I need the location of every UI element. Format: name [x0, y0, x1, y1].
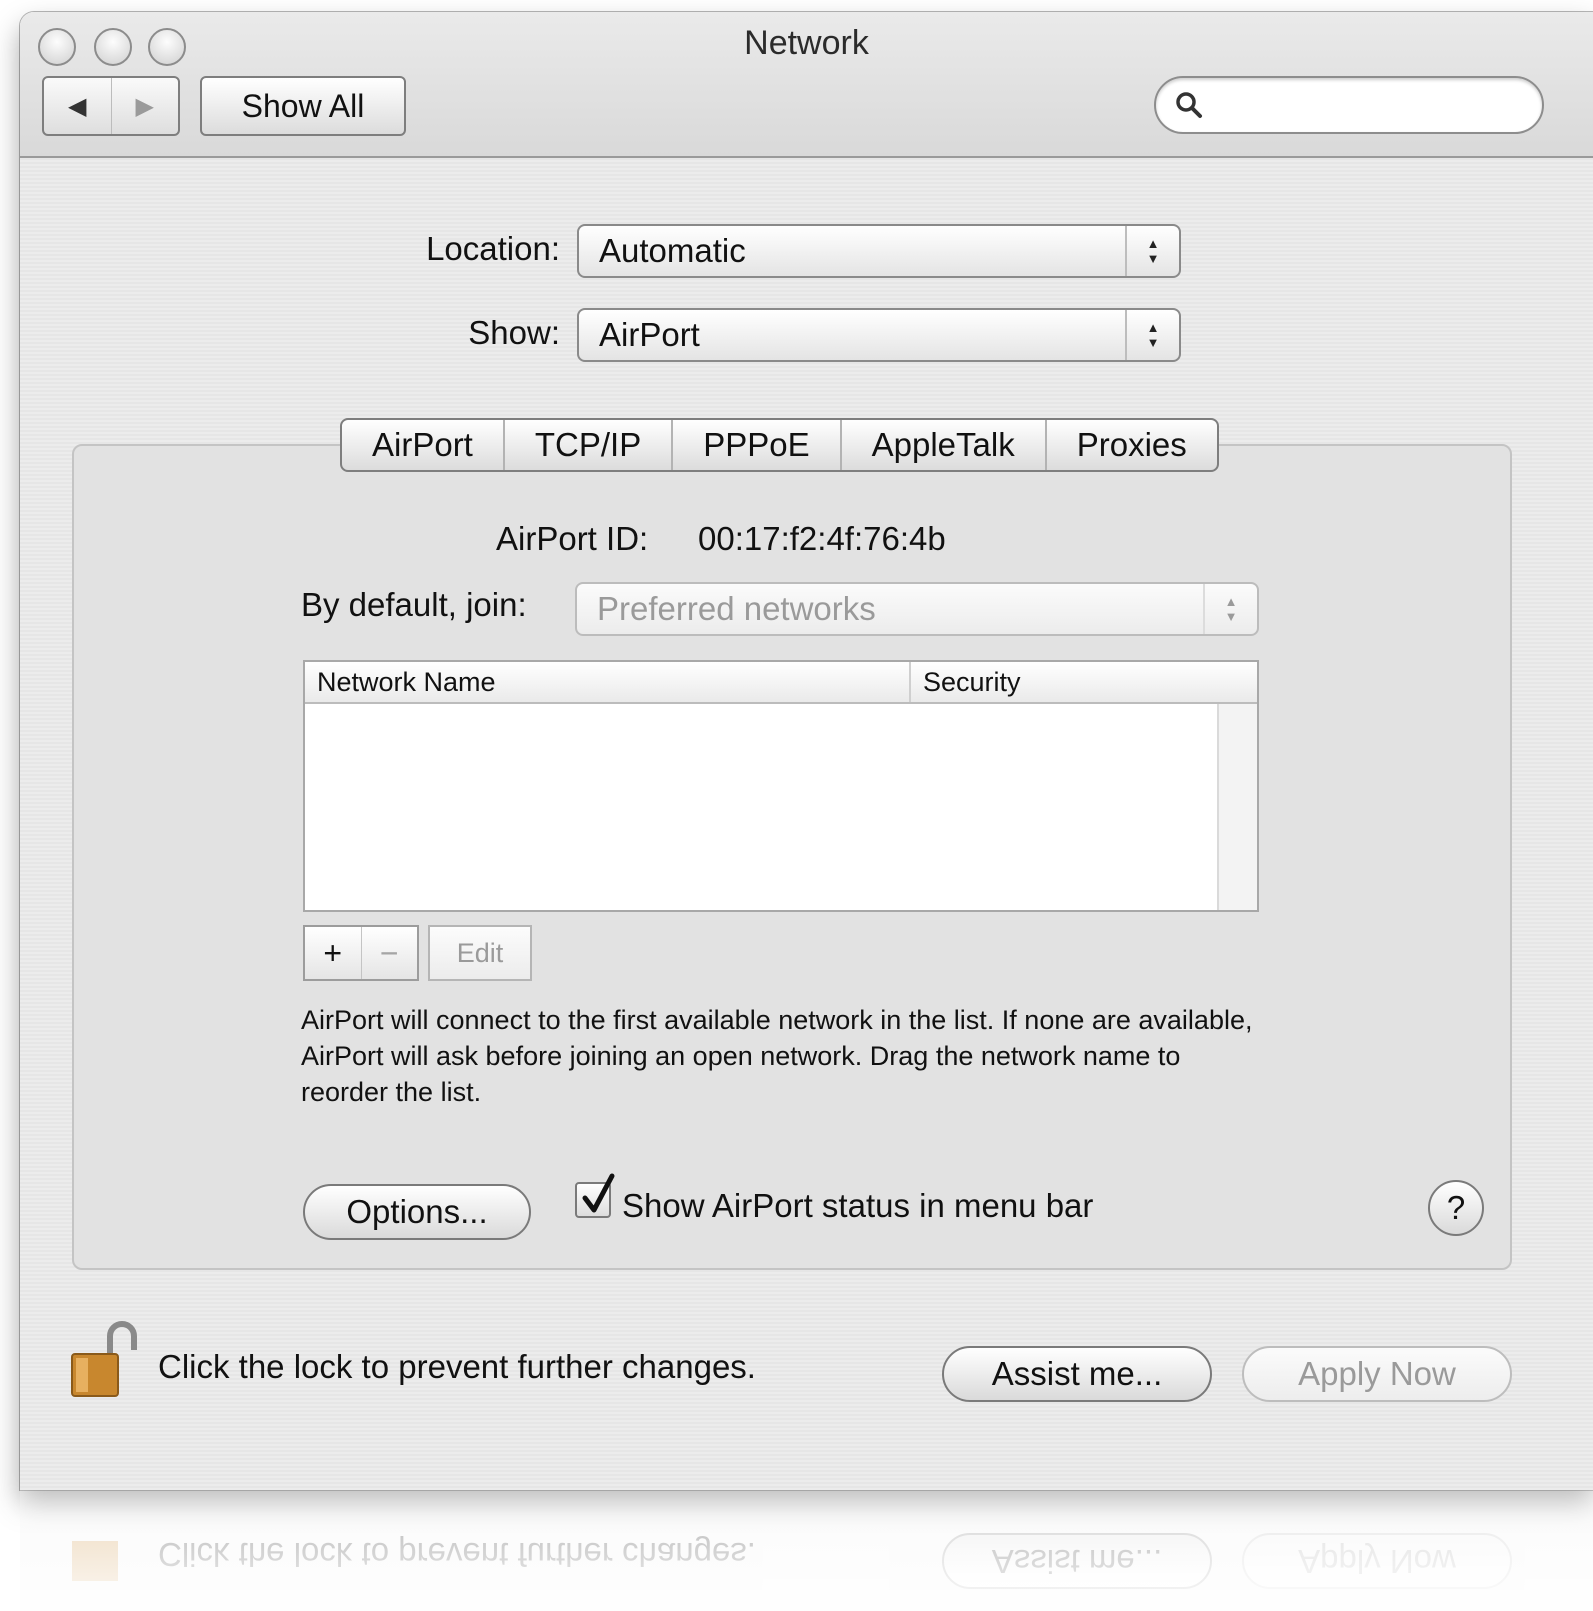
add-network-button[interactable]: +	[305, 927, 361, 979]
checkmark-icon	[582, 1173, 615, 1213]
window-reflection: Click the lock to prevent further change…	[0, 1490, 1593, 1611]
lock-message: Click the lock to prevent further change…	[158, 1348, 756, 1385]
show-status-label[interactable]: Show AirPort status in menu bar	[622, 1187, 1093, 1225]
updown-arrows-icon: ▲ ▼	[1125, 226, 1179, 276]
column-header-network-name[interactable]: Network Name	[305, 662, 911, 702]
window-toolbar: Network ◀ ▶ Show All	[20, 12, 1593, 158]
table-body[interactable]	[305, 704, 1219, 910]
tab-appletalk[interactable]: AppleTalk	[839, 420, 1045, 470]
reflection-fade	[0, 1490, 1593, 1611]
apply-now-button[interactable]: Apply Now	[1242, 1346, 1512, 1402]
show-all-button[interactable]: Show All	[200, 76, 406, 136]
show-popup[interactable]: AirPort ▲ ▼	[577, 308, 1181, 362]
show-value: AirPort	[599, 316, 700, 353]
triangle-right-icon: ▶	[135, 92, 154, 120]
back-button[interactable]: ◀	[44, 78, 111, 134]
preferred-networks-table[interactable]: Network Name Security	[303, 660, 1259, 912]
location-label: Location:	[426, 230, 560, 267]
table-scrollbar[interactable]	[1217, 704, 1257, 910]
airport-id-value: 00:17:f2:4f:76:4b	[698, 520, 946, 557]
window-title: Network	[744, 24, 869, 62]
search-field[interactable]	[1154, 76, 1544, 134]
forward-button[interactable]: ▶	[110, 78, 179, 134]
default-join-popup[interactable]: Preferred networks ▲ ▼	[575, 582, 1259, 636]
back-forward-group: ◀ ▶	[42, 76, 180, 136]
show-status-checkbox[interactable]	[575, 1173, 615, 1218]
help-button[interactable]: ?	[1428, 1180, 1484, 1236]
remove-network-button[interactable]: −	[360, 927, 418, 979]
add-remove-segment: + −	[303, 925, 419, 981]
location-popup[interactable]: Automatic ▲ ▼	[577, 224, 1181, 278]
tab-airport[interactable]: AirPort	[342, 420, 503, 470]
tab-tcpip[interactable]: TCP/IP	[502, 420, 671, 470]
airport-id-label: AirPort ID:	[496, 520, 649, 557]
magnifier-icon	[1176, 92, 1202, 118]
tab-pppoe[interactable]: PPPoE	[671, 420, 839, 470]
assist-me-button[interactable]: Assist me...	[942, 1346, 1212, 1402]
network-preferences-window: Network ◀ ▶ Show All Location: Automatic…	[20, 12, 1593, 1490]
show-label: Show:	[468, 314, 560, 351]
triangle-left-icon: ◀	[68, 92, 87, 120]
tab-proxies[interactable]: Proxies	[1044, 420, 1217, 470]
updown-arrows-icon: ▲ ▼	[1125, 310, 1179, 360]
table-header: Network Name Security	[305, 662, 1257, 704]
default-join-value: Preferred networks	[597, 590, 876, 627]
edit-network-button[interactable]: Edit	[428, 925, 532, 981]
airport-description: AirPort will connect to the first availa…	[301, 1005, 1253, 1107]
column-header-security[interactable]: Security	[911, 662, 1021, 702]
options-button[interactable]: Options...	[303, 1184, 531, 1240]
updown-arrows-icon: ▲ ▼	[1203, 584, 1257, 634]
location-value: Automatic	[599, 232, 746, 269]
padlock-open-icon[interactable]	[68, 1320, 142, 1400]
tab-bar: AirPort TCP/IP PPPoE AppleTalk Proxies	[340, 418, 1219, 472]
default-join-label: By default, join:	[301, 586, 527, 623]
